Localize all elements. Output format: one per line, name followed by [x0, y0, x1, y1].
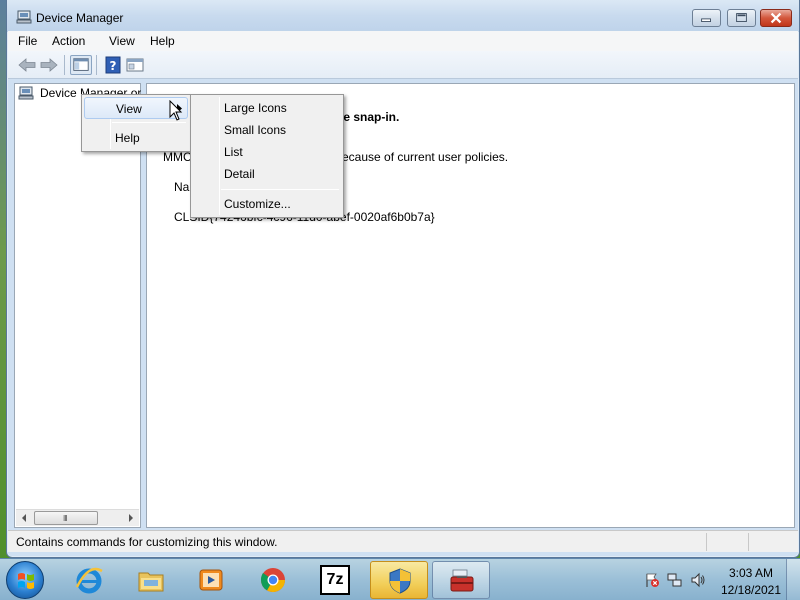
device-manager-window: Device Manager File Action View Help ? D…	[6, 0, 800, 558]
submenu-list-label: List	[224, 145, 243, 159]
taskbar-media-player[interactable]	[182, 561, 240, 599]
scrollbar-grip: III	[63, 514, 68, 523]
horizontal-scrollbar[interactable]: III	[16, 509, 139, 526]
internet-explorer-icon	[75, 567, 103, 594]
submenu-small-icons[interactable]: Small Icons	[193, 119, 341, 141]
mouse-cursor-icon	[169, 100, 183, 121]
svg-text:?: ?	[110, 59, 117, 73]
status-text: Contains commands for customizing this w…	[16, 535, 278, 549]
taskbar: 7z 3:03 AM 12/18/2021	[0, 558, 800, 600]
context-menu-view-label: View	[116, 102, 142, 116]
view-submenu: Large Icons Small Icons List Detail Cust…	[190, 94, 344, 218]
submenu-small-icons-label: Small Icons	[224, 123, 287, 137]
minimize-icon	[701, 18, 711, 22]
scroll-left-icon[interactable]	[16, 510, 33, 526]
menu-file[interactable]: File	[18, 34, 37, 48]
submenu-list[interactable]: List	[193, 141, 341, 163]
status-separator	[748, 533, 749, 551]
taskbar-chrome[interactable]	[244, 561, 302, 599]
action-center-flag-icon[interactable]	[644, 572, 660, 588]
content-line-name: Na	[174, 180, 190, 194]
file-explorer-icon	[138, 572, 164, 592]
content-line-snapin: he snap-in.	[336, 110, 400, 124]
taskbar-file-explorer[interactable]	[122, 561, 180, 599]
show-desktop-button[interactable]	[786, 559, 800, 600]
security-shield-icon	[389, 568, 411, 594]
context-menu-help[interactable]: Help	[84, 127, 188, 149]
scrollbar-thumb[interactable]: III	[34, 511, 98, 525]
submenu-customize[interactable]: Customize...	[193, 193, 341, 215]
toolbox-icon	[450, 569, 474, 592]
menu-separator	[221, 189, 339, 190]
menu-help[interactable]: Help	[150, 34, 175, 48]
maximize-icon	[736, 13, 747, 22]
computer-icon	[18, 86, 34, 100]
toolbar-separator	[96, 55, 97, 75]
submenu-detail-label: Detail	[224, 167, 255, 181]
7zip-icon: 7z	[320, 565, 350, 595]
maximize-button[interactable]	[727, 9, 756, 27]
properties-icon[interactable]	[124, 55, 146, 75]
scroll-right-icon[interactable]	[122, 510, 139, 526]
close-button[interactable]	[760, 9, 792, 27]
taskbar-7zip[interactable]: 7z	[306, 561, 364, 599]
volume-icon[interactable]	[690, 572, 706, 588]
minimize-button[interactable]	[692, 9, 721, 27]
forward-arrow-icon[interactable]	[38, 55, 60, 75]
help-icon[interactable]: ?	[102, 55, 124, 75]
close-icon	[770, 12, 782, 24]
taskbar-security-active[interactable]	[370, 561, 428, 599]
clock-time[interactable]: 3:03 AM	[726, 566, 776, 580]
media-player-icon	[199, 569, 223, 591]
network-icon[interactable]	[667, 572, 683, 588]
content-line-mmc: MMC	[163, 150, 192, 164]
taskbar-toolbox[interactable]	[432, 561, 490, 599]
status-separator	[706, 533, 707, 551]
start-button[interactable]	[6, 561, 44, 599]
toolbar: ?	[8, 51, 798, 79]
menu-bar: File Action View Help	[8, 31, 798, 51]
windows-logo-icon	[18, 573, 34, 589]
toolbar-separator	[64, 55, 65, 75]
clock-date[interactable]: 12/18/2021	[716, 583, 786, 597]
chrome-icon	[260, 568, 285, 593]
submenu-large-icons-label: Large Icons	[224, 101, 287, 115]
device-manager-icon	[16, 10, 32, 24]
title-bar[interactable]: Device Manager	[7, 0, 799, 32]
status-bar: Contains commands for customizing this w…	[8, 530, 798, 552]
menu-action[interactable]: Action	[52, 34, 85, 48]
menu-view[interactable]: View	[109, 34, 135, 48]
context-menu-help-label: Help	[115, 131, 140, 145]
show-hide-console-tree-icon[interactable]	[70, 55, 92, 75]
content-line-policy: ecause of current user policies.	[342, 150, 509, 164]
submenu-large-icons[interactable]: Large Icons	[193, 97, 341, 119]
back-arrow-icon[interactable]	[16, 55, 38, 75]
taskbar-internet-explorer[interactable]	[60, 561, 118, 599]
submenu-customize-label: Customize...	[224, 197, 291, 211]
window-title: Device Manager	[36, 11, 124, 25]
menu-separator	[112, 122, 186, 123]
submenu-detail[interactable]: Detail	[193, 163, 341, 185]
